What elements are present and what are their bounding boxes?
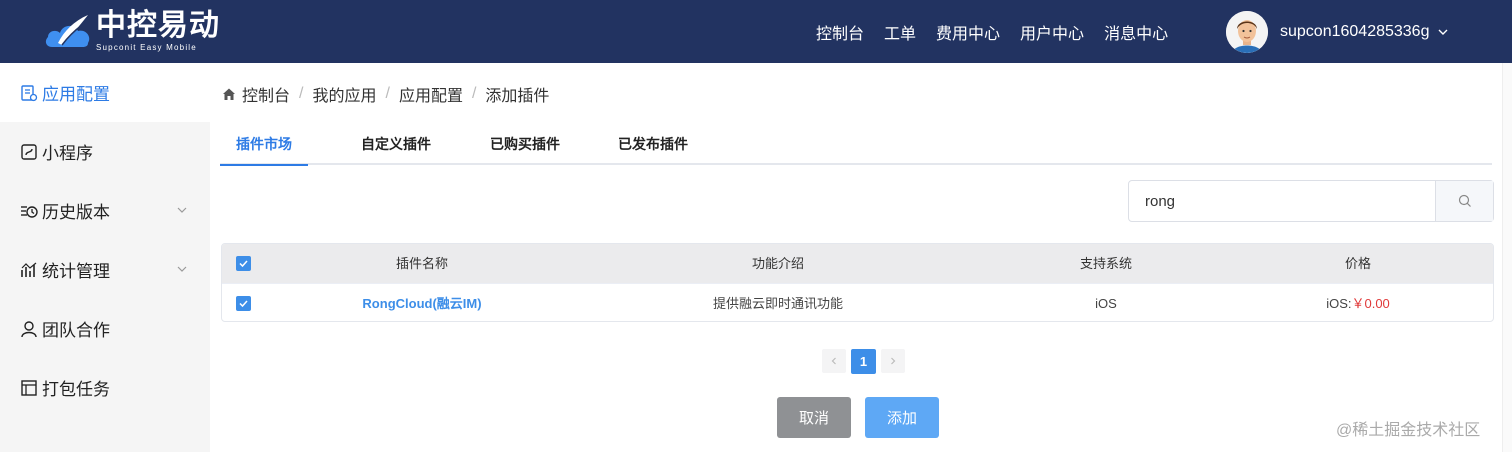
cancel-button[interactable]: 取消 — [777, 397, 851, 438]
check-icon — [239, 260, 248, 268]
plugin-system: iOS — [1095, 296, 1117, 311]
breadcrumb-separator: / — [299, 85, 304, 102]
prev-page-button[interactable] — [822, 349, 846, 373]
sidebar: 应用配置 小程序 历史版本 统计管理 团队合作 打包任务 — [0, 63, 210, 452]
chevron-right-icon — [891, 357, 896, 365]
home-icon — [223, 88, 235, 100]
check-icon — [239, 300, 248, 308]
sidebar-item-mini-program[interactable]: 小程序 — [0, 122, 210, 181]
sidebar-item-package[interactable]: 打包任务 — [0, 358, 210, 417]
team-icon — [21, 320, 37, 337]
username: supcon1604285336g — [1280, 23, 1430, 40]
sidebar-item-label: 团队合作 — [42, 321, 110, 340]
top-nav: 控制台 工单 费用中心 用户中心 消息中心 — [806, 0, 1178, 63]
price-value: ￥0.00 — [1351, 296, 1390, 311]
row-checkbox[interactable] — [236, 296, 251, 311]
table-header: 插件名称 功能介绍 支持系统 价格 — [222, 244, 1493, 283]
breadcrumb-app-config[interactable]: 应用配置 — [399, 82, 463, 106]
header-description: 功能介绍 — [751, 256, 804, 271]
top-bar: 中控易动 Supconit Easy Mobile 控制台 工单 费用中心 用户… — [0, 0, 1512, 63]
sidebar-item-team[interactable]: 团队合作 — [0, 299, 210, 358]
app-config-icon — [21, 84, 38, 101]
pagination: 1 — [822, 348, 910, 374]
header-plugin-name: 插件名称 — [395, 256, 448, 271]
logo-mark-icon — [44, 11, 94, 51]
statistics-icon — [21, 262, 37, 277]
search-input[interactable] — [1129, 181, 1435, 221]
user-menu[interactable]: supcon1604285336g — [1226, 11, 1449, 53]
plugin-name-link[interactable]: RongCloud(融云IM) — [322, 284, 522, 321]
package-icon — [21, 379, 37, 396]
header-price: 价格 — [1344, 256, 1371, 271]
sidebar-item-label: 统计管理 — [42, 262, 110, 281]
nav-messages[interactable]: 消息中心 — [1104, 20, 1168, 44]
nav-billing[interactable]: 费用中心 — [936, 20, 1000, 44]
sidebar-item-label: 应用配置 — [42, 85, 110, 104]
tab-custom-plugin[interactable]: 自定义插件 — [346, 131, 446, 165]
search-icon — [1458, 194, 1471, 207]
main-content: 控制台 / 我的应用 / 应用配置 / 添加插件 插件市场 自定义插件 已购买插… — [210, 63, 1502, 452]
chevron-down-icon[interactable] — [176, 263, 188, 275]
mini-program-icon — [21, 143, 37, 160]
nav-tickets[interactable]: 工单 — [884, 20, 916, 44]
chevron-down-icon[interactable] — [176, 204, 188, 216]
plugin-description: 提供融云即时通讯功能 — [712, 296, 843, 311]
table-row[interactable]: RongCloud(融云IM) 提供融云即时通讯功能 iOS iOS:￥0.00 — [222, 283, 1493, 321]
nav-console[interactable]: 控制台 — [816, 20, 864, 44]
header-supported-system: 支持系统 — [1079, 256, 1132, 271]
breadcrumb-my-apps[interactable]: 我的应用 — [312, 82, 376, 106]
breadcrumb-separator: / — [385, 85, 390, 102]
page-number[interactable]: 1 — [851, 348, 876, 374]
plugin-price: iOS:￥0.00 — [1258, 284, 1458, 321]
breadcrumb-console[interactable]: 控制台 — [242, 82, 290, 106]
chevron-down-icon[interactable] — [1437, 26, 1449, 38]
chevron-left-icon — [831, 357, 836, 365]
sidebar-item-label: 打包任务 — [42, 380, 110, 399]
sidebar-item-app-config[interactable]: 应用配置 — [0, 63, 210, 122]
sidebar-item-statistics[interactable]: 统计管理 — [0, 240, 210, 299]
avatar[interactable] — [1226, 11, 1268, 53]
plugin-tabs: 插件市场 自定义插件 已购买插件 已发布插件 — [220, 131, 1492, 166]
price-label: iOS: — [1326, 296, 1352, 311]
breadcrumb-separator: / — [471, 85, 477, 102]
breadcrumb: 控制台 / 我的应用 / 应用配置 / 添加插件 — [222, 83, 549, 105]
scrollbar[interactable] — [1502, 63, 1512, 452]
select-all-checkbox[interactable] — [236, 256, 251, 271]
sidebar-item-history[interactable]: 历史版本 — [0, 181, 210, 240]
next-page-button[interactable] — [881, 349, 905, 373]
sidebar-item-label: 小程序 — [42, 144, 93, 163]
nav-user-center[interactable]: 用户中心 — [1020, 20, 1084, 44]
tab-purchased-plugin[interactable]: 已购买插件 — [475, 131, 575, 165]
logo[interactable]: 中控易动 Supconit Easy Mobile — [44, 8, 220, 54]
breadcrumb-add-plugin: 添加插件 — [485, 88, 550, 105]
search-button[interactable] — [1435, 181, 1493, 221]
plugin-table: 插件名称 功能介绍 支持系统 价格 RongCloud(融云IM) 提供融云即时… — [221, 243, 1494, 322]
tab-published-plugin[interactable]: 已发布插件 — [603, 131, 703, 165]
add-button[interactable]: 添加 — [865, 397, 939, 438]
history-icon — [21, 205, 38, 218]
logo-subtitle: Supconit Easy Mobile — [96, 42, 197, 52]
sidebar-item-label: 历史版本 — [42, 203, 110, 222]
tab-plugin-market[interactable]: 插件市场 — [220, 131, 308, 166]
logo-title: 中控易动 — [96, 8, 220, 42]
watermark: @稀土掘金技术社区 — [1336, 422, 1481, 439]
search-box — [1128, 180, 1494, 222]
